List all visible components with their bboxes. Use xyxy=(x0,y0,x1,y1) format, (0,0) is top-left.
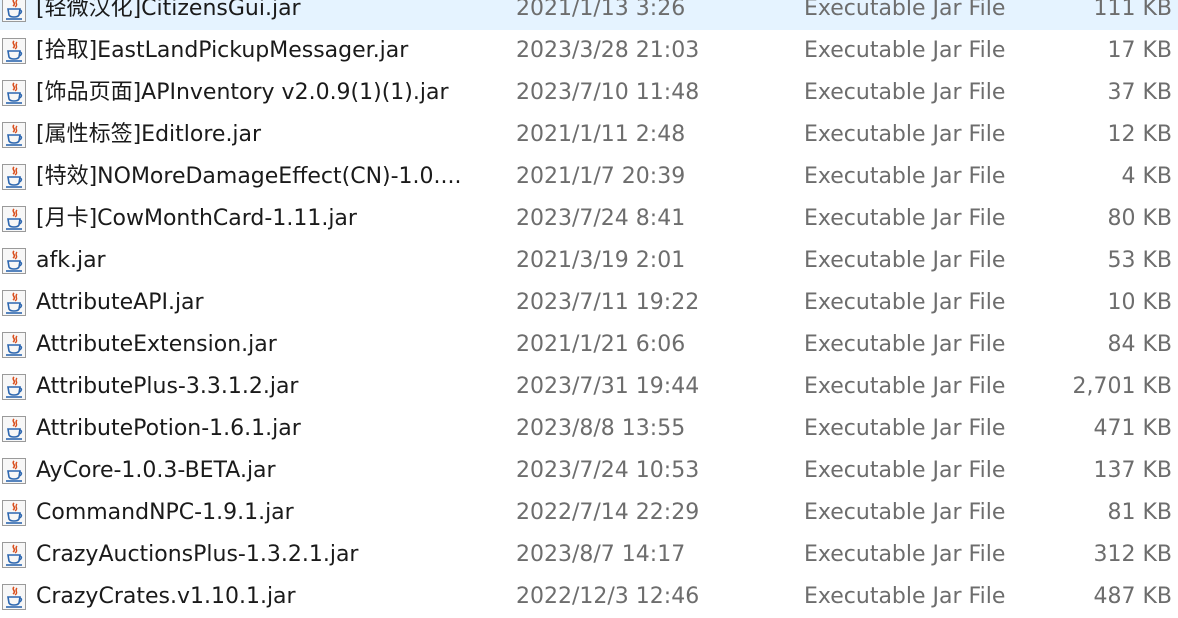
file-row[interactable]: AttributeExtension.jar 2021/1/21 6:06 Ex… xyxy=(0,324,1178,366)
file-name[interactable]: [拾取]EastLandPickupMessager.jar xyxy=(36,30,502,72)
java-jar-icon xyxy=(2,584,26,610)
file-name[interactable]: AttributePotion-1.6.1.jar xyxy=(36,408,502,450)
file-name[interactable]: AttributePlus-3.3.1.2.jar xyxy=(36,366,502,408)
date-modified: 2023/3/28 21:03 xyxy=(516,38,700,63)
java-jar-icon xyxy=(2,122,26,148)
file-name[interactable]: CrazyAuctionsPlus-1.3.2.1.jar xyxy=(36,534,502,576)
file-type: Executable Jar File xyxy=(804,458,1006,483)
file-row[interactable]: AttributePotion-1.6.1.jar 2023/8/8 13:55… xyxy=(0,408,1178,450)
file-type: Executable Jar File xyxy=(804,374,1006,399)
file-list: [轻微汉化]CitizensGui.jar 2021/1/13 3:26 Exe… xyxy=(0,0,1178,618)
file-name[interactable]: [月卡]CowMonthCard-1.11.jar xyxy=(36,198,502,240)
file-name[interactable]: afk.jar xyxy=(36,240,502,282)
java-jar-icon xyxy=(2,542,26,568)
java-jar-icon xyxy=(2,164,26,190)
file-type: Executable Jar File xyxy=(804,332,1006,357)
file-size: 84 KB xyxy=(1107,332,1172,357)
file-row[interactable]: AttributePlus-3.3.1.2.jar 2023/7/31 19:4… xyxy=(0,366,1178,408)
file-name[interactable]: [特效]NOMoreDamageEffect(CN)-1.0.... xyxy=(36,156,502,198)
date-modified: 2023/7/24 10:53 xyxy=(516,458,700,483)
file-size: 17 KB xyxy=(1107,38,1172,63)
file-name[interactable]: [轻微汉化]CitizensGui.jar xyxy=(36,0,502,30)
java-jar-icon xyxy=(2,500,26,526)
file-row[interactable]: CommandNPC-1.9.1.jar 2022/7/14 22:29 Exe… xyxy=(0,492,1178,534)
date-modified: 2022/7/14 22:29 xyxy=(516,500,700,525)
file-row[interactable]: afk.jar 2021/3/19 2:01 Executable Jar Fi… xyxy=(0,240,1178,282)
file-type: Executable Jar File xyxy=(804,164,1006,189)
file-type: Executable Jar File xyxy=(804,80,1006,105)
file-row[interactable]: [属性标签]Editlore.jar 2021/1/11 2:48 Execut… xyxy=(0,114,1178,156)
file-size: 4 KB xyxy=(1121,164,1172,189)
date-modified: 2023/7/11 19:22 xyxy=(516,290,700,315)
file-type: Executable Jar File xyxy=(804,416,1006,441)
java-jar-icon xyxy=(2,38,26,64)
date-modified: 2023/7/31 19:44 xyxy=(516,374,700,399)
file-size: 81 KB xyxy=(1107,500,1172,525)
date-modified: 2023/7/24 8:41 xyxy=(516,206,686,231)
file-type: Executable Jar File xyxy=(804,542,1006,567)
date-modified: 2021/1/7 20:39 xyxy=(516,164,686,189)
date-modified: 2021/1/21 6:06 xyxy=(516,332,686,357)
java-jar-icon xyxy=(2,80,26,106)
date-modified: 2023/8/7 14:17 xyxy=(516,542,686,567)
java-jar-icon xyxy=(2,0,26,22)
file-size: 80 KB xyxy=(1107,206,1172,231)
java-jar-icon xyxy=(2,416,26,442)
file-name[interactable]: AyCore-1.0.3-BETA.jar xyxy=(36,450,502,492)
file-type: Executable Jar File xyxy=(804,38,1006,63)
file-size: 2,701 KB xyxy=(1072,374,1173,399)
java-jar-icon xyxy=(2,206,26,232)
file-row[interactable]: AyCore-1.0.3-BETA.jar 2023/7/24 10:53 Ex… xyxy=(0,450,1178,492)
file-row[interactable]: AttributeAPI.jar 2023/7/11 19:22 Executa… xyxy=(0,282,1178,324)
file-size: 53 KB xyxy=(1107,248,1172,273)
file-size: 471 KB xyxy=(1093,416,1172,441)
date-modified: 2021/1/13 3:26 xyxy=(516,0,686,21)
file-size: 12 KB xyxy=(1107,122,1172,147)
file-type: Executable Jar File xyxy=(804,0,1006,21)
file-name[interactable]: AttributeAPI.jar xyxy=(36,282,502,324)
file-row[interactable]: [特效]NOMoreDamageEffect(CN)-1.0.... 2021/… xyxy=(0,156,1178,198)
file-row[interactable]: [轻微汉化]CitizensGui.jar 2021/1/13 3:26 Exe… xyxy=(0,0,1178,30)
file-size: 312 KB xyxy=(1093,542,1172,567)
date-modified: 2021/1/11 2:48 xyxy=(516,122,686,147)
file-size: 137 KB xyxy=(1093,458,1172,483)
java-jar-icon xyxy=(2,458,26,484)
file-name[interactable]: [饰品页面]APInventory v2.0.9(1)(1).jar xyxy=(36,72,502,114)
file-type: Executable Jar File xyxy=(804,122,1006,147)
file-size: 111 KB xyxy=(1093,0,1172,21)
file-size: 10 KB xyxy=(1107,290,1172,315)
java-jar-icon xyxy=(2,374,26,400)
file-type: Executable Jar File xyxy=(804,248,1006,273)
java-jar-icon xyxy=(2,332,26,358)
file-row[interactable]: [拾取]EastLandPickupMessager.jar 2023/3/28… xyxy=(0,30,1178,72)
file-name[interactable]: AttributeExtension.jar xyxy=(36,324,502,366)
file-name[interactable]: [属性标签]Editlore.jar xyxy=(36,114,502,156)
file-size: 37 KB xyxy=(1107,80,1172,105)
file-name[interactable]: CommandNPC-1.9.1.jar xyxy=(36,492,502,534)
java-jar-icon xyxy=(2,248,26,274)
file-row[interactable]: [月卡]CowMonthCard-1.11.jar 2023/7/24 8:41… xyxy=(0,198,1178,240)
java-jar-icon xyxy=(2,290,26,316)
date-modified: 2021/3/19 2:01 xyxy=(516,248,686,273)
file-row[interactable]: CrazyAuctionsPlus-1.3.2.1.jar 2023/8/7 1… xyxy=(0,534,1178,576)
date-modified: 2023/7/10 11:48 xyxy=(516,80,700,105)
file-type: Executable Jar File xyxy=(804,290,1006,315)
file-row[interactable]: [饰品页面]APInventory v2.0.9(1)(1).jar 2023/… xyxy=(0,72,1178,114)
file-type: Executable Jar File xyxy=(804,206,1006,231)
file-type: Executable Jar File xyxy=(804,500,1006,525)
date-modified: 2023/8/8 13:55 xyxy=(516,416,686,441)
